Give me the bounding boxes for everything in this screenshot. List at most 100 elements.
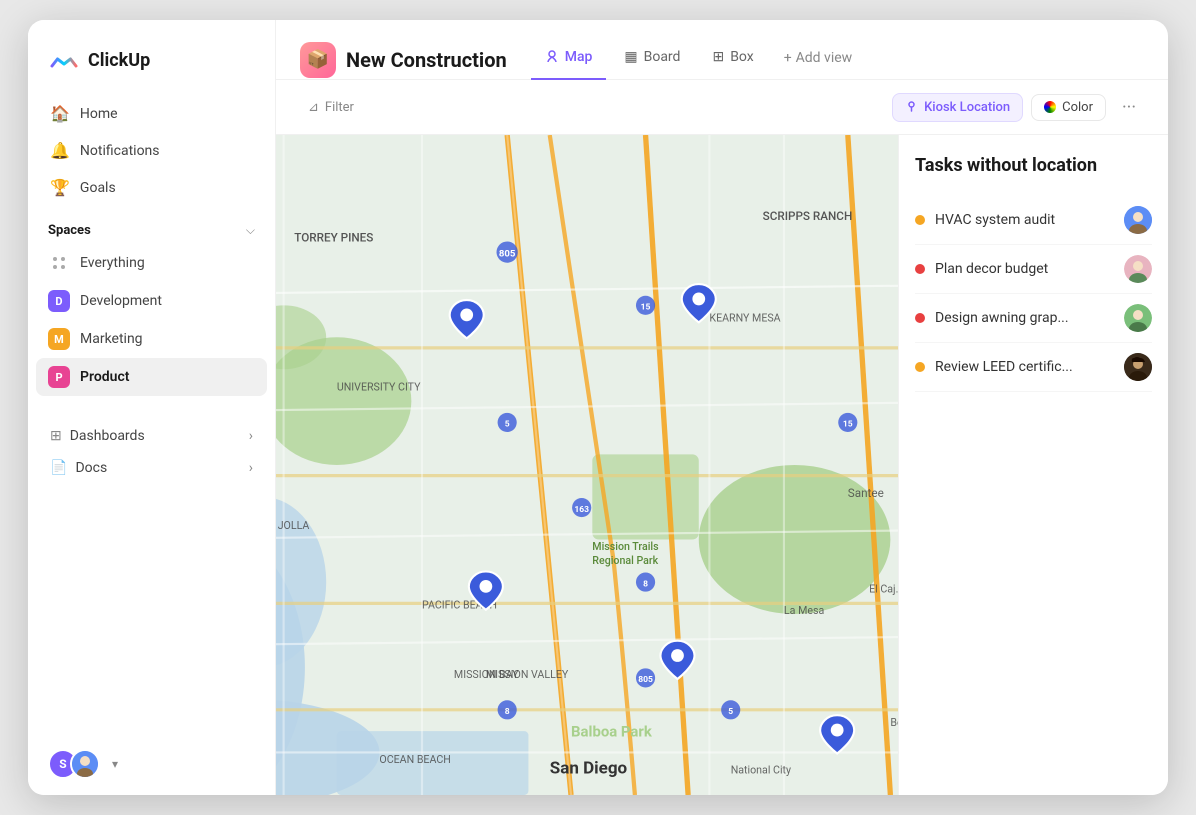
sidebar-item-notifications-label: Notifications [80, 143, 160, 159]
task-item-decor[interactable]: Plan decor budget [915, 245, 1152, 294]
main-header: 📦 New Construction Map ▦ Board ⊞ Box [276, 20, 1168, 80]
svg-text:OCEAN BEACH: OCEAN BEACH [379, 753, 450, 766]
project-title: New Construction [346, 48, 507, 72]
filter-label: Filter [325, 100, 354, 115]
svg-text:Regional Park: Regional Park [592, 554, 658, 567]
filter-button[interactable]: ⊿ Filter [300, 96, 362, 119]
svg-text:El Caj...: El Caj... [869, 583, 898, 596]
toolbar: ⊿ Filter Kiosk Location Color ··· [276, 80, 1168, 135]
avatar-user2[interactable] [70, 749, 100, 779]
main-content: 📦 New Construction Map ▦ Board ⊞ Box [276, 20, 1168, 795]
sidebar-bottom-section: ⊞ Dashboards › 📄 Docs › [28, 414, 275, 490]
task-name-hvac: HVAC system audit [935, 212, 1114, 228]
kiosk-location-label: Kiosk Location [924, 100, 1010, 115]
tab-box[interactable]: ⊞ Box [698, 41, 767, 79]
kiosk-location-button[interactable]: Kiosk Location [892, 93, 1023, 122]
svg-text:MISSION VALLEY: MISSION VALLEY [486, 668, 569, 681]
task-name-awning: Design awning grap... [935, 310, 1114, 326]
svg-text:LA JOLLA: LA JOLLA [276, 519, 309, 532]
task-item-awning[interactable]: Design awning grap... [915, 294, 1152, 343]
task-dot-hvac [915, 215, 925, 225]
product-badge: P [48, 366, 70, 388]
sidebar-footer: S ▾ [28, 733, 275, 795]
sidebar-item-notifications[interactable]: 🔔 Notifications [40, 133, 263, 168]
spaces-chevron-icon[interactable]: ⌵ [246, 223, 255, 238]
view-tabs: Map ▦ Board ⊞ Box + Add view [531, 40, 864, 79]
sidebar-item-goals-label: Goals [80, 180, 116, 196]
map-svg: 805 5 15 8 15 163 5 8 80 [276, 135, 898, 795]
marketing-label: Marketing [80, 331, 143, 347]
task-avatar-awning [1124, 304, 1152, 332]
dashboards-left: ⊞ Dashboards [50, 428, 145, 444]
svg-text:15: 15 [843, 420, 853, 430]
sidebar-item-goals[interactable]: 🏆 Goals [40, 170, 263, 205]
dashboards-icon: ⊞ [50, 428, 62, 444]
spaces-list: Everything D Development M Marketing P P… [28, 244, 275, 396]
marketing-badge: M [48, 328, 70, 350]
dashboards-label: Dashboards [70, 428, 145, 444]
map-tab-icon [545, 48, 559, 66]
add-view-plus-icon: + [784, 50, 792, 66]
filter-icon: ⊿ [308, 100, 319, 115]
avatar-user1-initials: S [59, 757, 66, 771]
project-icon: 📦 [300, 42, 336, 78]
sidebar-item-dashboards[interactable]: ⊞ Dashboards › [40, 420, 263, 452]
spaces-label: Spaces [48, 223, 91, 238]
color-circle-icon [1044, 101, 1056, 113]
ellipsis-icon: ··· [1122, 97, 1136, 118]
svg-text:Santee: Santee [848, 486, 884, 500]
color-button[interactable]: Color [1031, 94, 1106, 121]
sidebar-nav: 🏠 Home 🔔 Notifications 🏆 Goals [28, 96, 275, 205]
everything-label: Everything [80, 255, 145, 271]
task-avatar-decor [1124, 255, 1152, 283]
tab-box-label: Box [730, 49, 754, 65]
task-dot-decor [915, 264, 925, 274]
task-item-hvac[interactable]: HVAC system audit [915, 196, 1152, 245]
sidebar-item-home-label: Home [80, 106, 118, 122]
notifications-icon: 🔔 [50, 141, 70, 160]
task-dot-leed [915, 362, 925, 372]
tab-map[interactable]: Map [531, 40, 607, 80]
everything-icon [48, 252, 70, 274]
svg-text:Mission Trails: Mission Trails [592, 540, 659, 553]
more-options-button[interactable]: ··· [1114, 92, 1144, 122]
docs-left: 📄 Docs [50, 460, 107, 476]
dashboards-chevron-icon: › [249, 428, 253, 444]
right-panel: Tasks without location HVAC system audit [898, 135, 1168, 795]
task-name-decor: Plan decor budget [935, 261, 1114, 277]
box-tab-icon: ⊞ [712, 49, 724, 65]
color-label: Color [1062, 100, 1093, 115]
sidebar-item-product[interactable]: P Product [36, 358, 267, 396]
add-view-label: Add view [796, 50, 853, 66]
svg-text:15: 15 [641, 303, 651, 313]
docs-label: Docs [75, 460, 107, 476]
home-icon: 🏠 [50, 104, 70, 123]
task-dot-awning [915, 313, 925, 323]
development-badge: D [48, 290, 70, 312]
svg-text:UNIVERSITY CITY: UNIVERSITY CITY [337, 380, 421, 393]
svg-text:La Mesa: La Mesa [784, 604, 825, 617]
sidebar-item-everything[interactable]: Everything [36, 244, 267, 282]
content-area: 805 5 15 8 15 163 5 8 80 [276, 135, 1168, 795]
sidebar-item-marketing[interactable]: M Marketing [36, 320, 267, 358]
task-item-leed[interactable]: Review LEED certific... [915, 343, 1152, 392]
svg-text:KEARNY MESA: KEARNY MESA [709, 311, 780, 324]
svg-text:163: 163 [574, 505, 589, 515]
svg-text:Balboa Park: Balboa Park [571, 722, 653, 740]
sidebar-item-home[interactable]: 🏠 Home [40, 96, 263, 131]
map-area[interactable]: 805 5 15 8 15 163 5 8 80 [276, 135, 898, 795]
tab-board[interactable]: ▦ Board [610, 41, 694, 79]
docs-chevron-icon: › [249, 460, 253, 476]
sidebar-item-docs[interactable]: 📄 Docs › [40, 452, 263, 484]
sidebar-item-development[interactable]: D Development [36, 282, 267, 320]
svg-text:San Diego: San Diego [550, 759, 628, 779]
clickup-logo-icon [48, 44, 80, 76]
avatar-caret-icon[interactable]: ▾ [112, 757, 118, 771]
task-avatar-leed [1124, 353, 1152, 381]
board-tab-icon: ▦ [624, 49, 637, 65]
logo: ClickUp [28, 20, 275, 96]
svg-text:National City: National City [731, 764, 791, 777]
tab-add-view[interactable]: + Add view [772, 42, 864, 78]
svg-text:5: 5 [505, 420, 510, 430]
goals-icon: 🏆 [50, 178, 70, 197]
